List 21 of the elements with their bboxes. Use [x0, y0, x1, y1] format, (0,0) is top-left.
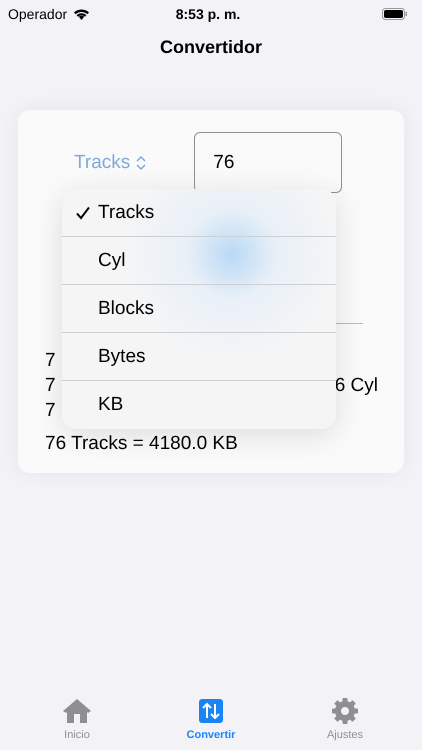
- checkmark-icon: [76, 206, 90, 220]
- result-text: 6 Cyl: [334, 374, 378, 396]
- carrier-name: Operador: [8, 6, 68, 22]
- menu-item[interactable]: Bytes: [62, 333, 336, 381]
- result-text: 7: [45, 400, 56, 422]
- result-text: 7: [45, 350, 56, 372]
- menu-item[interactable]: KB: [62, 381, 336, 429]
- swap-arrows-icon: [196, 696, 226, 726]
- menu-item[interactable]: Tracks: [62, 189, 336, 237]
- result-text: 7: [45, 374, 56, 396]
- wifi-icon: [73, 8, 90, 20]
- chevron-up-down-icon: [136, 156, 146, 170]
- status-time: 8:53 p. m.: [176, 6, 240, 22]
- battery-icon: [382, 8, 408, 20]
- menu-item[interactable]: Cyl: [62, 237, 336, 285]
- home-icon: [62, 696, 92, 726]
- settings-icon: [330, 696, 360, 726]
- result-text: 76 Tracks = 4180.0 KB: [45, 432, 238, 454]
- screen-title: Convertidor: [160, 37, 262, 58]
- menu-item[interactable]: Blocks: [62, 285, 336, 333]
- value-field[interactable]: 76: [194, 132, 342, 193]
